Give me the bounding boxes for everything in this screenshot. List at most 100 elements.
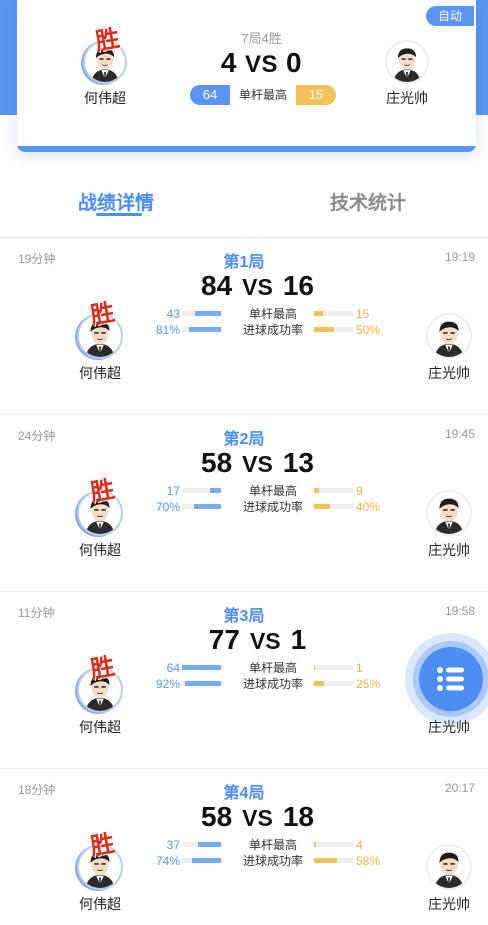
pot-rate-left-value: 81% <box>155 323 180 337</box>
high-break-row: 64 单杆最高 1 <box>150 660 390 676</box>
tab-technical-stats[interactable]: 技术统计 <box>330 188 406 215</box>
game-time: 19:19 <box>444 250 475 264</box>
high-break-left-bar <box>182 842 221 847</box>
pot-rate-right-value: 25% <box>356 677 381 691</box>
high-break-left: 64 <box>190 85 230 105</box>
right-player-name: 庄光帅 <box>386 90 428 106</box>
high-break-right-value: 15 <box>356 307 370 321</box>
pot-rate-left-bar <box>182 327 221 332</box>
right-player[interactable]: 庄光帅 <box>367 40 447 108</box>
game-right-player[interactable]: 庄光帅 <box>409 844 488 914</box>
high-break-left-bar <box>182 311 221 316</box>
high-break-left-value: 17 <box>166 484 180 498</box>
game-right-player[interactable]: 庄光帅 <box>409 313 488 383</box>
high-break-right-value: 1 <box>356 661 363 675</box>
game-score-right: 18 <box>282 801 314 832</box>
high-break-left-value: 37 <box>166 838 180 852</box>
pot-rate-right-fill <box>314 504 330 509</box>
vs-label: VS <box>244 51 278 78</box>
pot-rate-row: 81% 进球成功率 50% <box>150 322 390 338</box>
high-break-left-value: 43 <box>166 307 180 321</box>
game-left-player-name: 何伟超 <box>79 365 121 381</box>
fab-core[interactable] <box>419 647 483 711</box>
right-player-avatar <box>385 40 429 84</box>
pot-rate-label: 进球成功率 <box>242 323 303 337</box>
game-title: 第1局 <box>223 254 265 271</box>
high-break-left-value: 64 <box>166 661 180 675</box>
game-right-avatar <box>426 490 472 536</box>
high-break-left-fill <box>194 311 221 316</box>
high-break-right-bar <box>314 665 353 670</box>
floating-menu-button[interactable] <box>405 633 488 725</box>
high-break-label: 单杆最高 <box>248 484 297 498</box>
high-break-right-fill <box>314 842 317 847</box>
match-score: 4 VS 0 <box>189 47 334 79</box>
game-time: 19:45 <box>444 427 475 441</box>
high-break-right: 15 <box>296 85 336 105</box>
win-mark: 胜 <box>93 23 122 56</box>
card-accent-bar <box>17 146 476 152</box>
pot-rate-left-fill <box>189 327 221 332</box>
vs-label: VS <box>242 451 273 477</box>
game-card[interactable]: 19分钟 第1局 19:19 84 VS 16 43 单杆最高 15 81% 进球成… <box>0 237 488 414</box>
tab-bar: 战绩详情 技术统计 <box>0 180 488 220</box>
pot-rate-right-fill <box>314 681 324 686</box>
pot-rate-left-bar <box>182 858 221 863</box>
pot-rate-right-bar <box>314 858 353 863</box>
high-break-right-fill <box>314 665 316 670</box>
game-score-left: 77 <box>208 624 240 655</box>
game-score: 58 VS 13 <box>0 447 488 479</box>
high-break-label: 单杆最高 <box>248 838 297 852</box>
game-score-right: 13 <box>282 447 314 478</box>
pot-rate-left-value: 74% <box>155 854 180 868</box>
vs-label: VS <box>242 805 273 831</box>
game-right-player[interactable]: 庄光帅 <box>409 490 488 560</box>
game-score-left: 58 <box>201 447 233 478</box>
list-icon <box>437 667 464 691</box>
game-time: 20:17 <box>444 781 475 795</box>
high-break-summary: 64 单杆最高 15 <box>190 85 336 105</box>
pot-rate-right-value: 40% <box>356 500 381 514</box>
game-score-left: 84 <box>201 270 233 301</box>
pot-rate-label: 进球成功率 <box>242 854 303 868</box>
vs-label: VS <box>249 628 281 654</box>
match-format-block: 7局4胜 4 VS 0 <box>189 28 334 79</box>
game-score-right: 1 <box>290 624 307 655</box>
high-break-right-value: 9 <box>356 484 363 498</box>
game-left-player-name: 何伟超 <box>79 719 121 735</box>
game-right-avatar <box>426 313 472 359</box>
high-break-left-fill <box>198 842 221 847</box>
high-break-left-fill <box>210 488 221 493</box>
high-break-right-value: 4 <box>356 838 363 852</box>
high-break-label: 单杆最高 <box>238 88 287 102</box>
pot-rate-right-bar <box>314 327 353 332</box>
score-left: 4 <box>220 47 237 78</box>
game-score-left: 58 <box>201 801 233 832</box>
game-card[interactable]: 24分钟 第2局 19:45 58 VS 13 17 单杆最高 9 70% 进球成功… <box>0 414 488 591</box>
auto-badge[interactable]: 自动 <box>426 6 474 26</box>
game-right-player-name: 庄光帅 <box>428 365 470 381</box>
pot-rate-left-fill <box>192 858 221 863</box>
game-title: 第3局 <box>223 608 265 625</box>
left-player-name: 何伟超 <box>84 90 126 106</box>
game-score: 58 VS 18 <box>0 801 488 833</box>
game-right-avatar <box>426 844 472 890</box>
game-right-player-name: 庄光帅 <box>428 542 470 558</box>
pot-rate-right-bar <box>314 504 353 509</box>
game-title: 第2局 <box>223 431 265 448</box>
tab-match-details[interactable]: 战绩详情 <box>78 188 154 215</box>
pot-rate-left-value: 70% <box>155 500 180 514</box>
pot-rate-left-fill <box>193 504 221 509</box>
pot-rate-right-value: 58% <box>356 854 381 868</box>
game-time: 19:58 <box>444 604 475 618</box>
game-card[interactable]: 18分钟 第4局 20:17 58 VS 18 37 单杆最高 4 74% 进球成功… <box>0 768 488 925</box>
high-break-left-bar <box>182 488 221 493</box>
high-break-right-fill <box>314 311 323 316</box>
game-left-player-name: 何伟超 <box>79 542 121 558</box>
pot-rate-row: 74% 进球成功率 58% <box>150 853 390 869</box>
pot-rate-label: 进球成功率 <box>242 500 303 514</box>
pot-rate-right-fill <box>314 858 337 863</box>
high-break-right-fill <box>314 488 320 493</box>
active-tab-indicator <box>96 213 142 216</box>
game-right-player-name: 庄光帅 <box>428 896 470 912</box>
